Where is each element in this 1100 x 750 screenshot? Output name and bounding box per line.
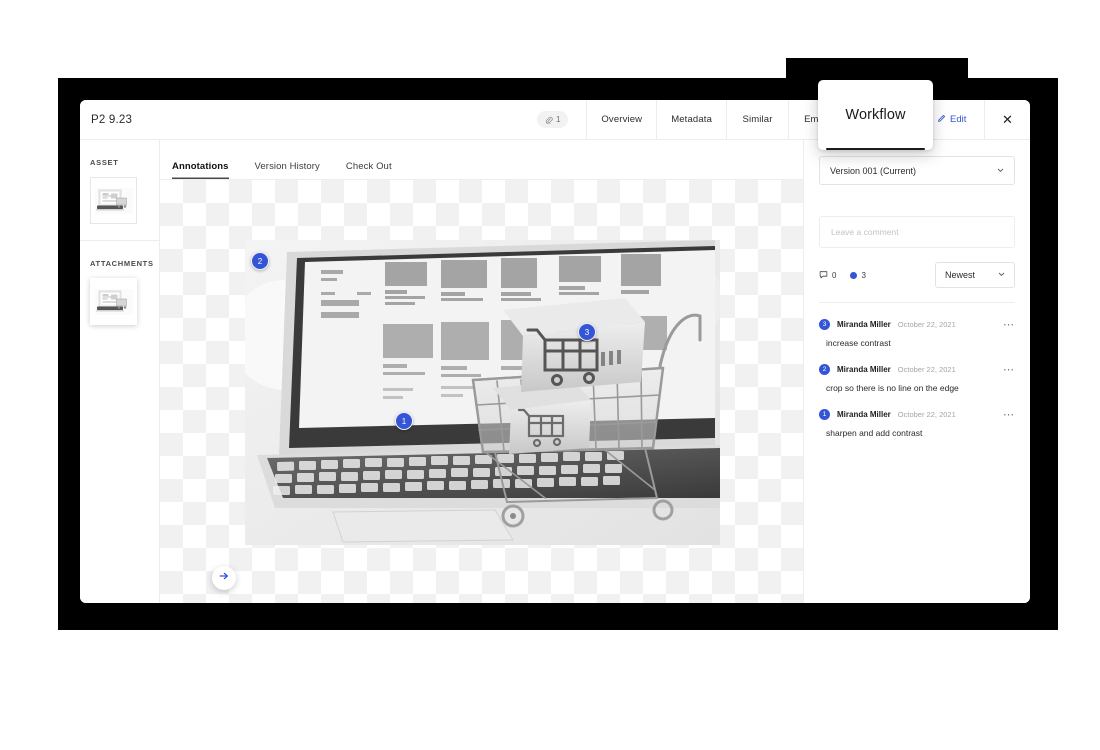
more-options-icon[interactable]: ⋯ — [1003, 409, 1015, 420]
page-title: P2 9.23 — [91, 113, 133, 126]
asset-thumb-wrap — [80, 177, 159, 224]
sub-tabs: Annotations Version History Check Out — [160, 146, 803, 180]
comment-author: Miranda Miller — [837, 320, 891, 329]
version-select[interactable]: Version 001 (Current) — [819, 156, 1015, 185]
asset-preview-image[interactable]: 2 1 3 — [245, 240, 720, 545]
asset-thumbnail-image — [94, 187, 133, 214]
comment-date: October 22, 2021 — [897, 320, 956, 329]
asset-detail-window: P2 9.23 1 Overview Metadata Similar Embe… — [80, 100, 1030, 603]
more-options-icon[interactable]: ⋯ — [1003, 319, 1015, 330]
center-column: Annotations Version History Check Out 2 … — [160, 140, 803, 603]
chevron-down-icon — [997, 270, 1006, 281]
comment-input[interactable] — [831, 227, 1003, 237]
subtab-annotations[interactable]: Annotations — [172, 161, 229, 179]
annotation-marker-1[interactable]: 1 — [395, 412, 413, 430]
sort-select[interactable]: Newest — [935, 262, 1015, 288]
attachments-section-heading: ATTACHMENTS — [90, 259, 154, 268]
asset-section: ASSET — [80, 140, 159, 240]
close-icon: ✕ — [1002, 112, 1013, 127]
next-asset-button[interactable] — [212, 566, 236, 590]
sort-select-value: Newest — [945, 270, 976, 280]
subtab-version-history[interactable]: Version History — [255, 161, 320, 179]
attachment-thumbnail-image — [94, 288, 133, 315]
comment-number-badge[interactable]: 3 — [819, 319, 830, 330]
window-body: ASSET ATTACHMENTS Annotations Version Hi… — [80, 140, 1030, 603]
tab-overview[interactable]: Overview — [586, 100, 656, 140]
comment-input-wrap[interactable] — [819, 216, 1015, 248]
workflow-callout-card[interactable]: Workflow — [818, 80, 933, 150]
attachments-section: ATTACHMENTS — [80, 240, 159, 341]
comment-number-badge[interactable]: 1 — [819, 409, 830, 420]
comment-count: 0 — [819, 270, 836, 281]
pencil-icon — [937, 114, 946, 126]
comment-text: crop so there is no line on the edge — [826, 383, 959, 393]
tab-metadata[interactable]: Metadata — [656, 100, 726, 140]
annotation-marker-3[interactable]: 3 — [578, 323, 596, 341]
comment-item: 1 Miranda Miller October 22, 2021 ⋯ shar… — [819, 393, 1015, 438]
comment-item: 2 Miranda Miller October 22, 2021 ⋯ crop… — [819, 348, 1015, 393]
comment-count-label: 0 — [832, 270, 837, 280]
more-options-icon[interactable]: ⋯ — [1003, 364, 1015, 375]
arrow-right-icon — [218, 569, 230, 587]
comment-icon — [819, 270, 828, 281]
annotation-canvas[interactable]: 2 1 3 — [160, 180, 803, 603]
comment-text: sharpen and add contrast — [826, 428, 923, 438]
chevron-down-icon — [996, 165, 1005, 176]
paperclip-icon — [545, 116, 553, 124]
screenshot-stage: P2 9.23 1 Overview Metadata Similar Embe… — [0, 0, 1100, 750]
tab-similar[interactable]: Similar — [726, 100, 788, 140]
asset-preview-graphic — [245, 240, 720, 545]
close-button[interactable]: ✕ — [984, 100, 1030, 140]
comment-header: 2 Miranda Miller October 22, 2021 ⋯ — [819, 364, 1015, 375]
comment-header: 1 Miranda Miller October 22, 2021 ⋯ — [819, 409, 1015, 420]
left-rail: ASSET ATTACHMENTS — [80, 140, 160, 603]
edit-label: Edit — [950, 114, 967, 125]
asset-section-heading: ASSET — [90, 158, 119, 167]
comment-item: 3 Miranda Miller October 22, 2021 ⋯ incr… — [819, 303, 1015, 348]
subtab-check-out[interactable]: Check Out — [346, 161, 392, 179]
annotations-panel: Version 001 (Current) 0 — [803, 140, 1030, 603]
workflow-callout-label: Workflow — [845, 107, 906, 123]
counts-row: 0 3 Newest — [819, 262, 1015, 288]
attachment-count-badge[interactable]: 1 — [536, 111, 569, 128]
attachment-count-label: 1 — [555, 115, 561, 124]
asset-thumbnail[interactable] — [90, 177, 137, 224]
comment-header: 3 Miranda Miller October 22, 2021 ⋯ — [819, 319, 1015, 330]
comment-date: October 22, 2021 — [897, 365, 956, 374]
annotation-marker-2[interactable]: 2 — [251, 252, 269, 270]
comment-date: October 22, 2021 — [897, 410, 956, 419]
attachment-thumbnail[interactable] — [90, 278, 137, 325]
annotation-count: 3 — [850, 270, 866, 280]
attachment-thumb-wrap — [80, 278, 159, 325]
comment-number-badge[interactable]: 2 — [819, 364, 830, 375]
annotation-count-label: 3 — [861, 270, 866, 280]
header-tabs: Overview Metadata Similar Embed Workflow… — [586, 100, 1030, 140]
comment-text: increase contrast — [826, 338, 891, 348]
comment-author: Miranda Miller — [837, 410, 891, 419]
comment-author: Miranda Miller — [837, 365, 891, 374]
version-select-value: Version 001 (Current) — [830, 165, 917, 176]
dot-icon — [850, 271, 858, 279]
